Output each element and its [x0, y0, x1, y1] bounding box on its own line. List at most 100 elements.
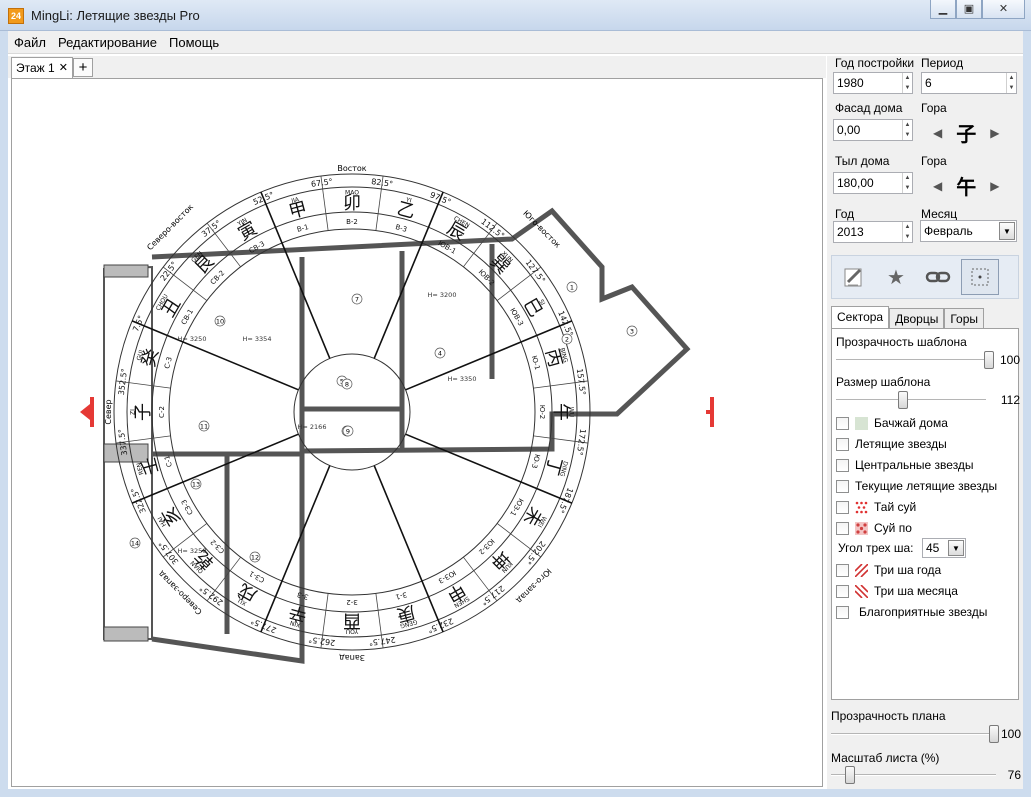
room-height: H= 3350 — [448, 375, 477, 383]
slider-thumb[interactable] — [845, 766, 855, 784]
prev-mountain-icon[interactable]: ◀ — [933, 179, 942, 193]
tai-sui-label: Тай суй — [874, 500, 917, 514]
plan-opacity-slider[interactable]: 100 — [831, 725, 1021, 743]
three-sha-angle-select[interactable]: 45 ▼ — [922, 538, 966, 558]
checkbox[interactable] — [836, 437, 849, 451]
prev-mountain-icon[interactable]: ◀ — [933, 126, 942, 140]
bazhai-label: Бачжай дома — [874, 416, 948, 430]
current-stars-check-row[interactable]: Текущие летящие звезды — [836, 477, 997, 495]
mountain-glyph: 辛 — [287, 601, 310, 626]
month-select[interactable]: Февраль ▼ — [920, 220, 1017, 242]
slider-thumb[interactable] — [984, 351, 994, 369]
compass-ring — [168, 228, 536, 596]
year-value: 2013 — [837, 225, 864, 239]
period-field[interactable]: 6 ▲ ▼ — [921, 72, 1017, 94]
menu-file[interactable]: Файл — [8, 35, 52, 50]
flying-stars-check-row[interactable]: Летящие звезды — [836, 435, 947, 453]
tab-palaces[interactable]: Дворцы — [889, 308, 945, 329]
mountain-glyph: 酉 — [343, 610, 361, 631]
slider-thumb[interactable] — [898, 391, 908, 409]
bazhai-check-row[interactable]: Бачжай дома — [836, 414, 948, 432]
intercardinal-label: Юго-запад — [514, 567, 553, 606]
slider-thumb[interactable] — [989, 725, 999, 743]
sheet-scale-value: 76 — [1007, 768, 1021, 782]
tai-sui-check-row[interactable]: Тай суй — [836, 498, 916, 516]
maximize-button[interactable]: ▣ — [956, 0, 982, 19]
sheet-scale-slider[interactable]: 76 — [831, 766, 1021, 784]
favorable-stars-check-row[interactable]: Благоприятные звезды — [836, 603, 987, 621]
plan-canvas[interactable]: 67.5° 82.5° 97.5° 112.5° 127.5° 142.5° 157.5° 1… — [11, 78, 823, 787]
year-field[interactable]: 2013 ▲ ▼ — [833, 221, 913, 243]
tab-sectors[interactable]: Сектора — [831, 306, 890, 329]
frame-icon[interactable] — [961, 259, 999, 295]
spin-arrows-icon[interactable]: ▲ ▼ — [902, 222, 912, 242]
menu-help[interactable]: Помощь — [163, 35, 225, 50]
template-opacity-label: Прозрачность шаблона — [836, 335, 967, 349]
chevron-down-icon[interactable]: ▼ — [948, 540, 964, 556]
favorable-stars-label: Благоприятные звезды — [859, 605, 988, 619]
rear-field[interactable]: 180,00 ▲ ▼ — [833, 172, 913, 194]
mountain-glyph: 丁 — [541, 455, 566, 478]
checkbox[interactable] — [836, 563, 849, 577]
mountain-glyph: 甲 — [287, 198, 310, 223]
tab-mountains[interactable]: Горы — [944, 308, 984, 329]
checkbox[interactable] — [836, 500, 849, 514]
facade-field[interactable]: 0,00 ▲ ▼ — [833, 119, 913, 141]
window-border-right — [1023, 31, 1031, 797]
template-opacity-slider[interactable]: 100 — [836, 351, 1020, 369]
sui-po-label: Суй по — [874, 521, 912, 535]
room-number: 11 — [200, 423, 208, 431]
window-border-left — [0, 31, 8, 797]
degree-label: 67.5° — [310, 177, 333, 189]
central-stars-check-row[interactable]: Центральные звезды — [836, 456, 974, 474]
rear-marker-bar — [710, 397, 714, 427]
spin-arrows-icon[interactable]: ▲ ▼ — [902, 120, 912, 140]
close-button[interactable]: ✕ — [982, 0, 1025, 19]
north-label: Север — [104, 399, 113, 424]
star-icon[interactable]: ★ — [877, 259, 915, 295]
three-sha-year-check-row[interactable]: Три ша года — [836, 561, 941, 579]
pencil-icon[interactable] — [835, 259, 873, 295]
chevron-down-icon[interactable]: ▼ — [999, 222, 1015, 240]
checkbox[interactable] — [836, 479, 849, 493]
sui-po-icon — [855, 521, 868, 535]
frame-icon-svg — [971, 268, 989, 286]
template-size-slider[interactable]: 112 — [836, 391, 1020, 409]
room-number: 10 — [216, 318, 224, 326]
menu-edit[interactable]: Редактирование — [52, 35, 163, 50]
link-icon[interactable] — [919, 259, 957, 295]
mountain-glyph: 子 — [133, 403, 154, 421]
next-mountain-icon[interactable]: ▶ — [990, 179, 999, 193]
checkbox[interactable] — [836, 416, 849, 430]
template-tabs: Сектора Дворцы Горы — [831, 306, 984, 329]
spin-arrows-icon[interactable]: ▲ ▼ — [902, 73, 912, 93]
sector-code: СВ-1 — [180, 308, 195, 326]
add-tab-button[interactable]: + — [73, 58, 93, 77]
checkbox[interactable] — [836, 521, 849, 535]
tab-floor-1[interactable]: Этаж 1 ✕ — [11, 57, 73, 78]
spin-arrows-icon[interactable]: ▲ ▼ — [1006, 73, 1016, 93]
settings-panel: Год постройки 1980 ▲ ▼ Период 6 ▲ ▼ Фасад … — [827, 56, 1023, 789]
period-label: Период — [921, 56, 964, 70]
mountain-glyph: 乙 — [395, 198, 418, 223]
next-mountain-icon[interactable]: ▶ — [990, 126, 999, 140]
checkbox[interactable] — [836, 458, 849, 472]
template-size-value: 112 — [1000, 393, 1020, 407]
room-number: 3 — [630, 328, 634, 336]
year-built-field[interactable]: 1980 ▲ ▼ — [833, 72, 913, 94]
east-label: Восток — [337, 164, 366, 173]
three-sha-month-check-row[interactable]: Три ша месяца — [836, 582, 958, 600]
tab-close-icon[interactable]: ✕ — [59, 58, 68, 78]
current-stars-label: Текущие летящие звезды — [855, 479, 998, 493]
template-opacity-value: 100 — [999, 353, 1020, 367]
title-bar: 24 MingLi: Летящие звезды Pro ▁ ▣ ✕ — [0, 0, 1031, 31]
sector-code: В-3 — [394, 223, 407, 234]
mountain-glyph: 卯 — [343, 193, 361, 214]
three-sha-month-icon — [855, 584, 868, 598]
minimize-button[interactable]: ▁ — [930, 0, 956, 19]
spin-arrows-icon[interactable]: ▲ ▼ — [902, 173, 912, 193]
checkbox[interactable] — [836, 605, 849, 619]
checkbox[interactable] — [836, 584, 849, 598]
sui-po-check-row[interactable]: Суй по — [836, 519, 912, 537]
rear-value: 180,00 — [837, 176, 874, 190]
